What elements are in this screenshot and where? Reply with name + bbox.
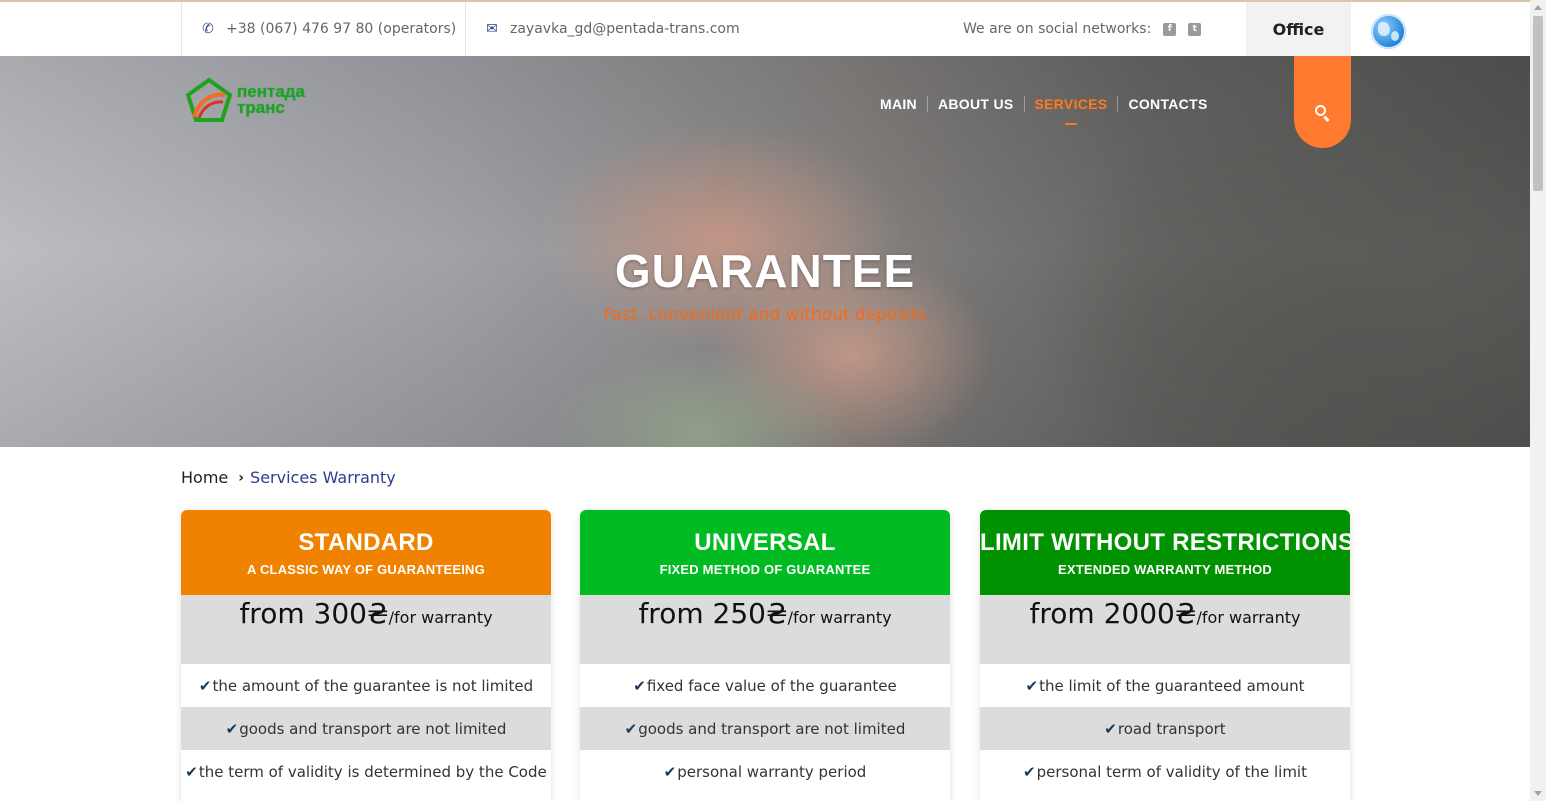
card-subtitle: EXTENDED WARRANTY METHOD (1057, 562, 1272, 577)
feature-item: ✔ personal warranty period (580, 750, 950, 793)
card-price: from 2000₴/for warranty (980, 595, 1350, 664)
check-icon: ✔ (225, 719, 239, 738)
phone-number[interactable]: +38 (067) 476 97 80 (operators) (226, 21, 456, 37)
email-contact[interactable]: ✉ zayavka_gd@pentada-trans.com (466, 2, 740, 56)
breadcrumb-current: Services Warranty (250, 468, 396, 487)
scroll-up-arrow-icon[interactable] (1534, 5, 1542, 10)
card-price: from 250₴/for warranty (580, 595, 950, 664)
feature-item: ✔ goods and transport are not limited (181, 707, 551, 750)
breadcrumb-home[interactable]: Home (181, 468, 228, 487)
feature-item: ✔ the amount of the guarantee is not limi… (181, 664, 551, 707)
card-price: from 300₴/for warranty (181, 595, 551, 664)
social-networks: We are on social networks: f t (963, 2, 1202, 56)
feature-text: personal warranty period (677, 762, 867, 781)
page-title: GUARANTEE (614, 245, 916, 297)
feature-item: ✔ personal term of validity of the limit (980, 750, 1350, 793)
scrollbar-thumb[interactable] (1533, 16, 1543, 191)
card-title: UNIVERSAL (694, 529, 836, 556)
price-unit: /for warranty (388, 608, 493, 627)
search-icon (1315, 105, 1326, 116)
card-header: STANDARD A CLASSIC WAY OF GUARANTEEING (181, 510, 551, 595)
feature-text: fixed face value of the guarantee (646, 676, 897, 695)
price-amount: from 250₴ (638, 597, 788, 630)
price-unit: /for warranty (1196, 608, 1301, 627)
nav-main[interactable]: MAIN (870, 96, 927, 112)
feature-item: ✔ goods and transport are not limited (580, 707, 950, 750)
hero-banner: пентада транс MAIN ABOUT US SERVICES CON… (0, 56, 1530, 447)
feature-text: the amount of the guarantee is not limit… (212, 676, 534, 695)
feature-item: ✔ the limit of the guaranteed amount (980, 664, 1350, 707)
feature-item: ✔ the term of validity is determined by t… (181, 750, 551, 793)
pricing-card-universal: UNIVERSAL FIXED METHOD OF GUARANTEE from… (580, 510, 950, 801)
tumblr-icon[interactable]: t (1188, 22, 1202, 36)
card-subtitle: A CLASSIC WAY OF GUARANTEEING (247, 562, 485, 577)
check-icon: ✔ (185, 762, 198, 781)
office-button[interactable]: Office (1246, 2, 1351, 56)
card-header: UNIVERSAL FIXED METHOD OF GUARANTEE (580, 510, 950, 595)
main-navigation: MAIN ABOUT US SERVICES CONTACTS (870, 96, 1218, 125)
chevron-right-icon: › (238, 469, 245, 486)
nav-contacts[interactable]: CONTACTS (1117, 96, 1217, 112)
logo-line-2: транс (237, 98, 285, 117)
check-icon: ✔ (633, 676, 646, 695)
pricing-card-standard: STANDARD A CLASSIC WAY OF GUARANTEEING f… (181, 510, 551, 801)
check-icon: ✔ (663, 762, 677, 781)
facebook-icon[interactable]: f (1163, 22, 1177, 36)
page-subtitle: Fast, convenient and without deposits (603, 305, 927, 325)
nav-about-us[interactable]: ABOUT US (926, 96, 1024, 112)
site-logo[interactable]: пентада транс (185, 75, 335, 125)
envelope-icon: ✉ (486, 21, 498, 37)
check-icon: ✔ (1025, 676, 1039, 695)
check-icon: ✔ (198, 676, 212, 695)
check-icon: ✔ (1023, 762, 1036, 781)
price-amount: from 300₴ (239, 597, 389, 630)
price-unit: /for warranty (787, 608, 892, 627)
nav-services[interactable]: SERVICES (1023, 96, 1118, 125)
breadcrumb: Home › Services Warranty (181, 468, 396, 487)
feature-item: ✔ fixed face value of the guarantee (580, 664, 950, 707)
phone-icon: ✆ (202, 21, 214, 37)
email-address[interactable]: zayavka_gd@pentada-trans.com (510, 21, 740, 37)
page-scrollbar[interactable] (1530, 0, 1546, 801)
card-header: LIMIT WITHOUT RESTRICTIONS EXTENDED WARR… (980, 510, 1350, 595)
pentagon-logo-icon (185, 77, 233, 122)
check-icon: ✔ (1104, 719, 1117, 738)
feature-text: the limit of the guaranteed amount (1039, 676, 1305, 695)
top-bar: ✆ +38 (067) 476 97 80 (operators) ✉ zaya… (0, 0, 1530, 56)
card-subtitle: FIXED METHOD OF GUARANTEE (659, 562, 871, 577)
price-amount: from 2000₴ (1029, 597, 1197, 630)
scroll-down-arrow-icon[interactable] (1534, 791, 1542, 796)
globe-language-icon[interactable] (1371, 14, 1406, 49)
phone-contact[interactable]: ✆ +38 (067) 476 97 80 (operators) (181, 2, 466, 56)
card-title: LIMIT WITHOUT RESTRICTIONS (980, 529, 1350, 556)
social-label: We are on social networks: (963, 21, 1152, 37)
feature-text: personal term of validity of the limit (1036, 762, 1307, 781)
logo-text: пентада транс (237, 83, 305, 117)
feature-text: goods and transport are not limited (239, 719, 507, 738)
feature-text: goods and transport are not limited (638, 719, 906, 738)
feature-text: the term of validity is determined by th… (198, 762, 547, 781)
feature-text: road transport (1117, 719, 1226, 738)
feature-item: ✔ road transport (980, 707, 1350, 750)
search-button[interactable] (1294, 56, 1351, 148)
check-icon: ✔ (624, 719, 638, 738)
pricing-card-limit: LIMIT WITHOUT RESTRICTIONS EXTENDED WARR… (980, 510, 1350, 801)
card-title: STANDARD (298, 529, 434, 556)
